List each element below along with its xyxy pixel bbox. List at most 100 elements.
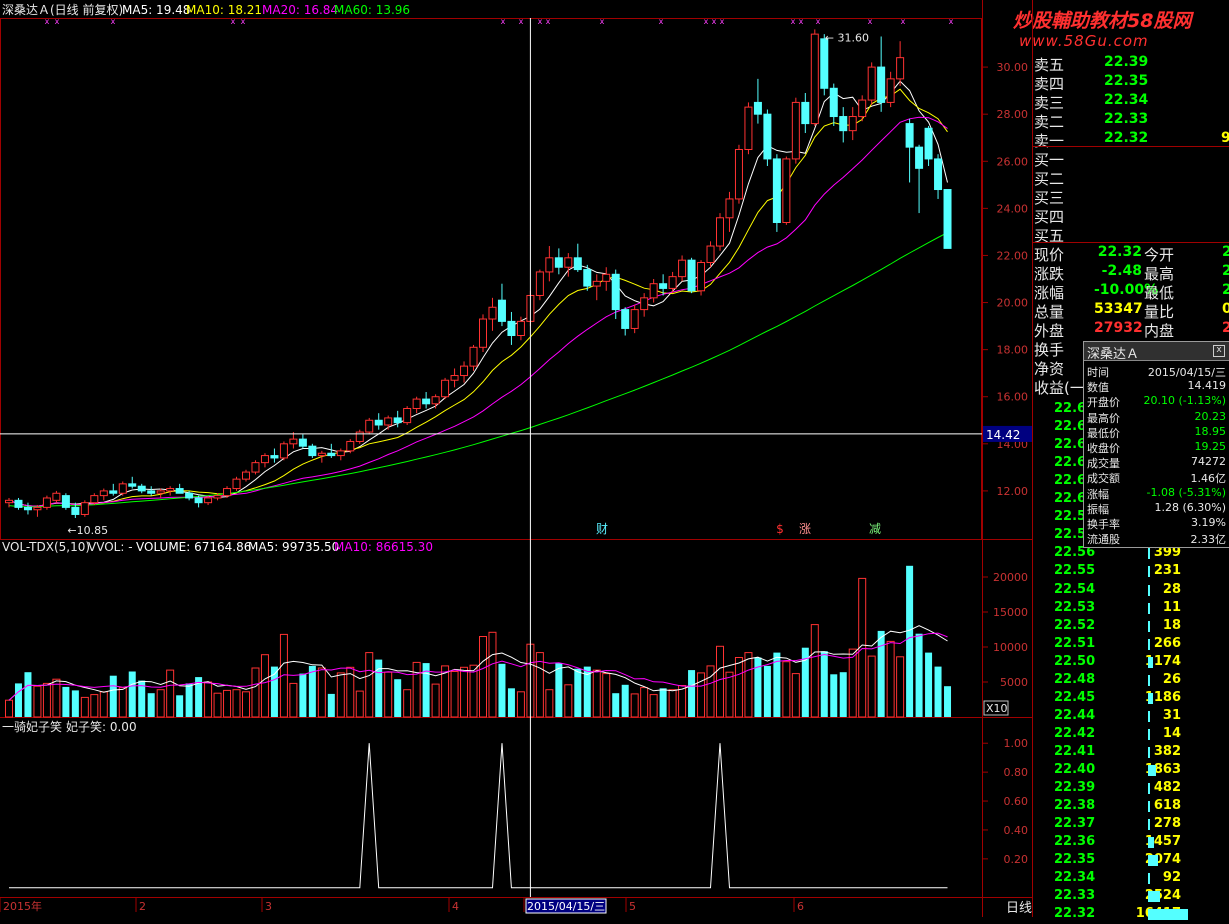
kline-chart[interactable]: 12.0014.0016.0018.0020.0022.0024.0026.00… bbox=[0, 0, 1032, 917]
candle[interactable] bbox=[441, 377, 450, 400]
candle[interactable] bbox=[488, 297, 497, 331]
candle[interactable] bbox=[687, 257, 696, 294]
tick-row[interactable]: 22.37 278 bbox=[1032, 816, 1229, 834]
candle[interactable] bbox=[431, 394, 440, 409]
candle[interactable] bbox=[412, 396, 421, 414]
candle[interactable] bbox=[260, 453, 269, 468]
candle[interactable] bbox=[829, 83, 838, 126]
tick-row[interactable]: 22.35 2074 bbox=[1032, 852, 1229, 870]
tick-row[interactable]: 22.38 618 bbox=[1032, 798, 1229, 816]
candle[interactable] bbox=[251, 460, 260, 475]
candle[interactable] bbox=[554, 248, 563, 275]
candle[interactable] bbox=[80, 500, 89, 517]
tick-row[interactable]: 22.56 399 bbox=[1032, 545, 1229, 563]
candle[interactable] bbox=[535, 269, 544, 301]
candle[interactable] bbox=[109, 483, 118, 496]
period-label[interactable]: 日线 bbox=[1006, 897, 1032, 916]
tick-row[interactable]: 22.33 2524 bbox=[1032, 888, 1229, 906]
candle[interactable] bbox=[772, 154, 781, 232]
candle[interactable] bbox=[384, 415, 393, 430]
tick-row[interactable]: 22.52 18 bbox=[1032, 618, 1229, 636]
candle[interactable] bbox=[298, 434, 307, 449]
candle[interactable] bbox=[630, 304, 639, 334]
candle[interactable] bbox=[242, 469, 250, 482]
candle[interactable] bbox=[716, 213, 724, 251]
candle[interactable] bbox=[469, 344, 478, 371]
order-book-row[interactable]: 买四 bbox=[1032, 206, 1229, 226]
candle[interactable] bbox=[592, 274, 601, 301]
order-book-row[interactable]: 卖二 22.33 bbox=[1032, 111, 1229, 131]
order-book-row[interactable]: 买一 bbox=[1032, 149, 1229, 169]
candle[interactable] bbox=[602, 267, 611, 291]
candle[interactable] bbox=[877, 36, 886, 112]
tick-row[interactable]: 22.34 92 bbox=[1032, 870, 1229, 888]
candle[interactable] bbox=[678, 255, 687, 282]
candle[interactable] bbox=[61, 493, 70, 510]
candle[interactable] bbox=[507, 311, 516, 345]
candle[interactable] bbox=[166, 486, 175, 496]
candle[interactable] bbox=[734, 144, 743, 204]
tick-row[interactable]: 22.39 482 bbox=[1032, 780, 1229, 798]
tick-row[interactable]: 22.41 382 bbox=[1032, 744, 1229, 762]
tick-row[interactable]: 22.42 14 bbox=[1032, 726, 1229, 744]
candle[interactable] bbox=[156, 488, 165, 498]
tick-row[interactable]: 22.50 1174 bbox=[1032, 654, 1229, 672]
candle[interactable] bbox=[99, 488, 108, 501]
candle[interactable] bbox=[118, 481, 127, 496]
candle[interactable] bbox=[147, 486, 156, 496]
order-book-row[interactable]: 卖四 22.35 bbox=[1032, 73, 1229, 93]
candle[interactable] bbox=[924, 125, 933, 166]
candle[interactable] bbox=[52, 490, 61, 503]
order-book-row[interactable]: 买二 bbox=[1032, 168, 1229, 188]
candle[interactable] bbox=[896, 41, 905, 86]
tick-row[interactable]: 22.45 1186 bbox=[1032, 690, 1229, 708]
tick-row[interactable]: 22.54 28 bbox=[1032, 582, 1229, 600]
candle[interactable] bbox=[289, 432, 298, 449]
candle[interactable] bbox=[365, 417, 374, 435]
candle[interactable] bbox=[479, 314, 487, 352]
candle[interactable] bbox=[279, 441, 288, 461]
candle[interactable] bbox=[867, 62, 876, 105]
candle[interactable] bbox=[649, 279, 658, 303]
candle[interactable] bbox=[573, 243, 582, 272]
candle[interactable] bbox=[128, 476, 137, 489]
order-book-row[interactable]: 卖三 22.34 bbox=[1032, 92, 1229, 112]
candle[interactable] bbox=[42, 495, 51, 510]
volume-panel[interactable] bbox=[5, 565, 952, 718]
data-popup[interactable]: 深桑达Ａ x 时间 2015/04/15/三 数值 14.419 开盘价 20.10 (-… bbox=[1083, 341, 1229, 548]
candle[interactable] bbox=[270, 448, 279, 463]
candle[interactable] bbox=[23, 502, 32, 515]
candle[interactable] bbox=[460, 361, 469, 383]
candle[interactable] bbox=[763, 109, 772, 166]
candlestick-panel[interactable] bbox=[5, 29, 952, 518]
candle[interactable] bbox=[545, 246, 554, 282]
tick-row[interactable]: 22.53 11 bbox=[1032, 600, 1229, 618]
candle[interactable] bbox=[886, 71, 895, 108]
order-book-row[interactable]: 买三 bbox=[1032, 187, 1229, 207]
candle[interactable] bbox=[782, 156, 791, 225]
candle[interactable] bbox=[858, 95, 867, 122]
candle[interactable] bbox=[753, 78, 762, 124]
close-icon[interactable]: x bbox=[1213, 345, 1225, 357]
candle[interactable] bbox=[905, 118, 914, 183]
candle[interactable] bbox=[725, 191, 734, 232]
candle[interactable] bbox=[308, 443, 317, 458]
candle[interactable] bbox=[934, 154, 943, 199]
candle[interactable] bbox=[697, 260, 706, 296]
candle[interactable] bbox=[355, 429, 364, 444]
tick-row[interactable]: 22.36 1457 bbox=[1032, 834, 1229, 852]
candle[interactable] bbox=[497, 283, 506, 327]
candle[interactable] bbox=[801, 92, 810, 134]
candle[interactable] bbox=[640, 293, 649, 317]
tick-row[interactable]: 22.48 26 bbox=[1032, 672, 1229, 690]
candle[interactable] bbox=[346, 439, 355, 454]
candle[interactable] bbox=[668, 271, 677, 294]
candle[interactable] bbox=[621, 307, 630, 336]
tick-row[interactable]: 22.44 31 bbox=[1032, 708, 1229, 726]
candle[interactable] bbox=[915, 144, 924, 214]
candle[interactable] bbox=[839, 107, 848, 143]
tick-row[interactable]: 22.51 266 bbox=[1032, 636, 1229, 654]
candle[interactable] bbox=[848, 107, 857, 141]
tick-row[interactable]: 22.40 1863 bbox=[1032, 762, 1229, 780]
tick-row[interactable]: 22.3216417 bbox=[1032, 906, 1229, 924]
